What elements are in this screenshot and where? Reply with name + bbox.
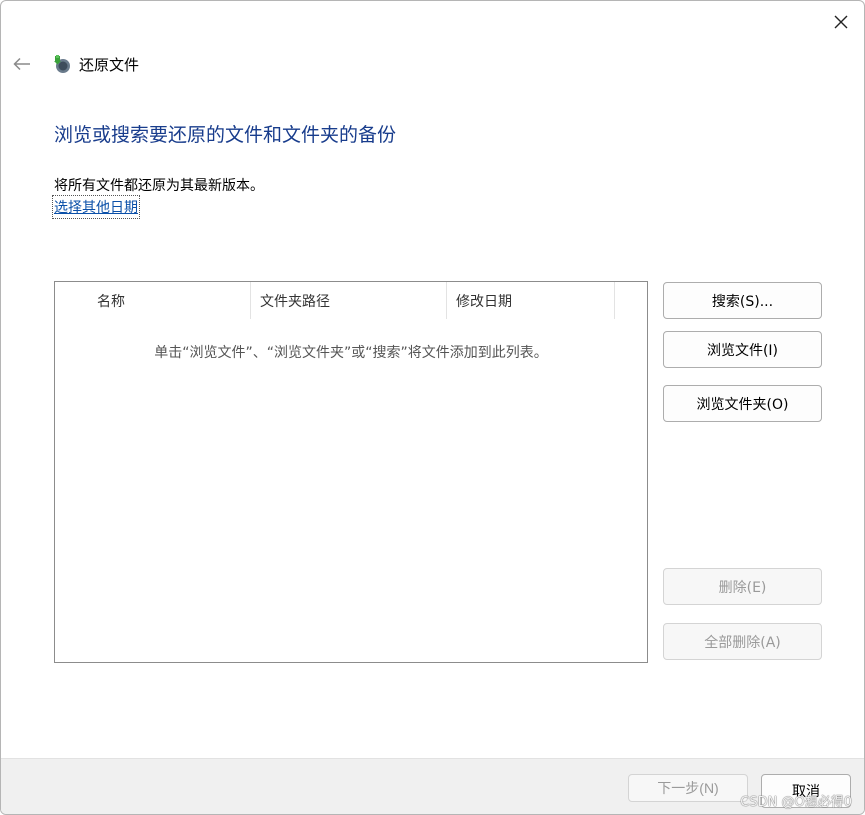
title-bar: 还原文件: [51, 52, 139, 76]
remove-all-button[interactable]: 全部删除(A): [663, 623, 822, 660]
browse-files-button[interactable]: 浏览文件(I): [663, 331, 822, 368]
window-title: 还原文件: [79, 55, 140, 74]
choose-other-date-link[interactable]: 选择其他日期: [52, 195, 140, 219]
description-text: 将所有文件都还原为其最新版本。: [54, 178, 264, 194]
column-header-modified-date[interactable]: 修改日期: [447, 282, 615, 319]
close-icon: [834, 15, 848, 29]
back-button[interactable]: [9, 51, 35, 77]
restore-files-dialog: 还原文件 浏览或搜索要还原的文件和文件夹的备份 将所有文件都还原为其最新版本。 …: [0, 0, 865, 815]
empty-list-message: 单击“浏览文件”、“浏览文件夹”或“搜索”将文件添加到此列表。: [154, 345, 548, 361]
watermark-text: CSDN @O想必得0: [740, 795, 852, 810]
close-button[interactable]: [828, 9, 854, 35]
restore-file-list[interactable]: 名称 文件夹路径 修改日期 单击“浏览文件”、“浏览文件夹”或“搜索”将文件添加…: [54, 281, 648, 663]
next-button[interactable]: 下一步(N): [628, 774, 748, 802]
search-button[interactable]: 搜索(S)...: [663, 282, 822, 319]
browse-folders-button[interactable]: 浏览文件夹(O): [663, 385, 822, 422]
page-heading: 浏览或搜索要还原的文件和文件夹的备份: [54, 124, 397, 146]
column-header-name[interactable]: 名称: [55, 282, 251, 319]
column-header-folder-path[interactable]: 文件夹路径: [251, 282, 447, 319]
back-arrow-icon: [13, 57, 30, 71]
dialog-footer: 下一步(N) 取消 CSDN @O想必得0: [1, 758, 864, 814]
restore-files-icon: [54, 55, 70, 73]
remove-button[interactable]: 删除(E): [663, 568, 822, 605]
list-header: 名称 文件夹路径 修改日期: [55, 282, 615, 319]
